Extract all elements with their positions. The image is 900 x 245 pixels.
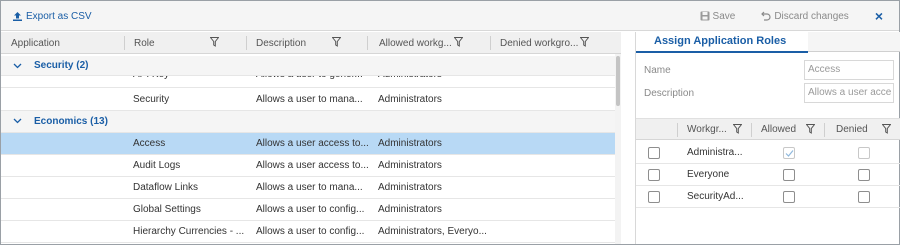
column-header-denied[interactable]: Denied [836,119,868,140]
column-header-allowed-workgroups[interactable]: Allowed workg... [368,32,491,54]
filter-icon[interactable] [454,37,463,47]
save-button[interactable]: Save [700,10,736,22]
column-header-application[interactable]: Application [1,32,125,54]
name-field[interactable]: Access [804,60,894,80]
row-select-checkbox[interactable] [648,147,660,159]
table-row-selected[interactable]: Access Allows a user access to... Admini… [1,133,615,155]
allowed-checkbox[interactable] [783,169,795,181]
workgroup-grid-header: Workgr... Allowed Denied [636,118,900,140]
name-label: Name [644,65,671,76]
column-header-role[interactable]: Role [125,32,247,54]
workgroup-name: Everyone [687,169,730,180]
upload-icon [13,11,22,21]
group-row-economics[interactable]: Economics (13) [1,111,615,133]
discard-changes-button[interactable]: Discard changes [761,10,849,22]
save-label: Save [712,10,736,22]
workgroup-row[interactable]: Everyone [636,164,900,186]
row-select-checkbox[interactable] [648,169,660,181]
filter-icon[interactable] [806,124,815,134]
filter-icon[interactable] [580,37,589,47]
filter-icon[interactable] [882,124,891,134]
grid-header: Application Role Description Allowed wor… [1,32,621,54]
allowed-checkbox[interactable] [783,191,795,203]
denied-checkbox[interactable] [858,191,870,203]
table-row[interactable]: Hierarchy Currencies - ... Allows a user… [1,221,615,243]
app-window: Export as CSV Save Discard changes × App… [0,0,900,245]
group-label: Economics (13) [34,116,108,127]
chevron-down-icon[interactable] [13,116,22,125]
panel-tab-bar: Assign Application Roles [636,32,900,53]
export-csv-label: Export as CSV [26,10,92,22]
check-icon [785,150,794,157]
row-select-checkbox[interactable] [648,191,660,203]
scrollbar-thumb[interactable] [616,56,620,106]
table-row[interactable]: Security Allows a user to mana... Admini… [1,89,615,111]
column-header-denied-workgroups[interactable]: Denied workgro... [491,32,615,54]
discard-changes-label: Discard changes [774,10,849,22]
filter-icon[interactable] [210,37,219,47]
workgroup-name: SecurityAd... [687,191,744,202]
description-field[interactable]: Allows a user acce [804,83,894,103]
table-row[interactable]: Global Settings Allows a user to config.… [1,199,615,221]
column-header-description[interactable]: Description [247,32,368,54]
roles-grid: Application Role Description Allowed wor… [1,32,621,244]
group-row-security-overlay[interactable]: Security (2) [1,56,615,76]
filter-icon[interactable] [332,37,341,47]
table-row[interactable]: Audit Logs Allows a user access to... Ad… [1,155,615,177]
table-row[interactable]: Dataflow Links Allows a user to mana... … [1,177,615,199]
description-label: Description [644,88,695,99]
denied-checkbox [858,147,870,159]
assign-roles-panel: Assign Application Roles Name Access Des… [635,32,900,244]
close-icon[interactable]: × [875,8,883,24]
column-header-allowed[interactable]: Allowed [761,119,796,140]
vertical-scrollbar[interactable] [615,54,621,244]
toolbar: Export as CSV Save Discard changes × [1,1,899,31]
export-csv-button[interactable]: Export as CSV [12,8,92,24]
workgroup-row[interactable]: Administra... [636,142,900,164]
workgroup-name: Administra... [687,147,743,158]
floppy-disk-icon [700,11,710,21]
filter-icon[interactable] [733,124,742,134]
undo-icon [761,11,771,21]
tab-assign-application-roles[interactable]: Assign Application Roles [636,32,808,53]
chevron-down-icon[interactable] [13,61,22,70]
group-label: Security (2) [34,60,89,71]
workgroup-row[interactable]: SecurityAd... [636,186,900,208]
allowed-checkbox [783,147,795,159]
column-header-workgroup[interactable]: Workgr... [687,119,727,140]
denied-checkbox[interactable] [858,169,870,181]
